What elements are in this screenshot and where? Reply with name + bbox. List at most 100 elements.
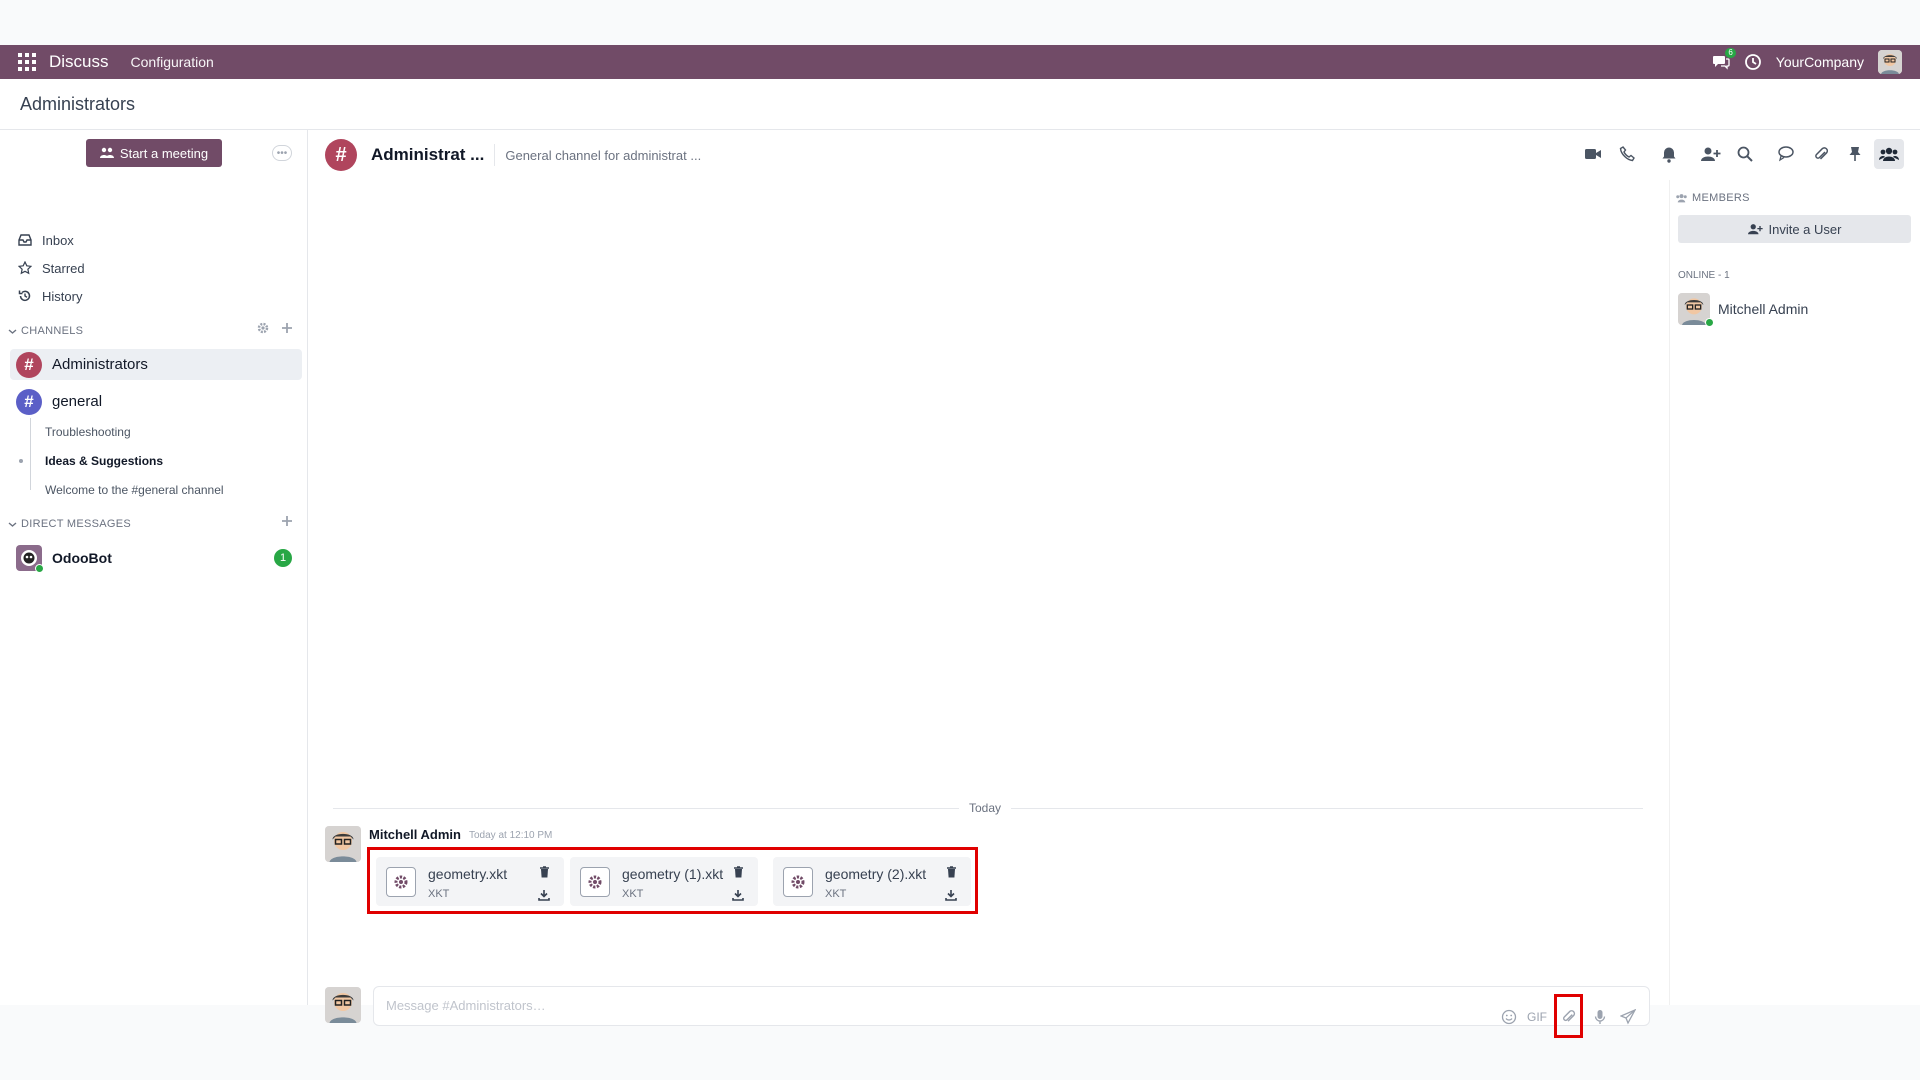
microphone-icon — [1594, 1009, 1606, 1024]
user-avatar[interactable] — [1878, 50, 1902, 74]
attachment-name: geometry (1).xkt — [622, 866, 724, 882]
sidebar-channel-general[interactable]: # general — [10, 386, 302, 417]
odoobot-avatar — [16, 545, 44, 573]
date-separator-label: Today — [959, 801, 1012, 815]
sidebar-thread-welcome[interactable]: Welcome to the #general channel — [45, 483, 224, 497]
attachments-button[interactable] — [1806, 139, 1836, 169]
history-icon — [18, 290, 31, 302]
paper-plane-icon — [1620, 1008, 1636, 1025]
thread-actions — [1578, 139, 1904, 169]
attach-file-button[interactable] — [1554, 994, 1583, 1038]
channel-label: general — [52, 393, 103, 410]
message-timestamp: Today at 12:10 PM — [469, 830, 553, 841]
member-list-button[interactable] — [1874, 139, 1904, 169]
channel-label: Administrators — [52, 356, 148, 373]
trash-icon[interactable] — [946, 865, 957, 883]
channels-header-label: CHANNELS — [21, 325, 84, 337]
sidebar-item-history[interactable]: History — [18, 285, 82, 307]
download-icon[interactable] — [538, 888, 550, 906]
download-icon[interactable] — [945, 888, 957, 906]
member-item[interactable]: Mitchell Admin — [1678, 293, 1808, 327]
start-meeting-label: Start a meeting — [119, 145, 209, 161]
attachment-extension: XKT — [825, 888, 847, 900]
sidebar-channel-administrators[interactable]: # Administrators — [10, 349, 302, 380]
search-icon — [1737, 146, 1753, 162]
sidebar-thread-ideas[interactable]: Ideas & Suggestions — [45, 454, 163, 468]
send-button[interactable] — [1617, 1006, 1639, 1028]
add-dm-icon[interactable] — [281, 515, 293, 527]
attachment-name: geometry (2).xkt — [825, 866, 927, 882]
online-status-icon — [1705, 318, 1714, 327]
unread-dot — [19, 459, 23, 463]
menu-configuration[interactable]: Configuration — [131, 54, 214, 70]
attachment-extension: XKT — [622, 888, 644, 900]
invite-user-button[interactable]: Invite a User — [1678, 215, 1911, 243]
online-members-header: ONLINE - 1 — [1678, 270, 1730, 281]
attachment-card[interactable]: geometry (2).xkt XKT — [773, 857, 971, 906]
dm-header-label: DIRECT MESSAGES — [21, 518, 132, 530]
unread-counter-badge: 1 — [274, 549, 292, 567]
smile-icon — [1501, 1009, 1517, 1024]
inbox-icon — [18, 234, 32, 246]
attachment-card[interactable]: geometry.xkt XKT — [376, 857, 564, 906]
paperclip-icon — [1815, 147, 1829, 160]
direct-messages-section-header[interactable]: DIRECT MESSAGES — [8, 516, 131, 532]
gif-button[interactable]: GIF — [1526, 1006, 1548, 1028]
file-gear-icon — [580, 867, 610, 897]
bell-icon — [1662, 147, 1676, 163]
message-author[interactable]: Mitchell Admin — [369, 827, 461, 842]
start-meeting-button[interactable]: Start a meeting — [86, 139, 222, 167]
attachment-list: geometry.xkt XKT geometry (1).xkt XKT ge… — [367, 847, 978, 914]
star-icon — [18, 261, 32, 275]
more-options-button[interactable]: ••• — [272, 145, 292, 161]
thumbtack-icon — [1849, 147, 1861, 161]
channels-section-header[interactable]: CHANNELS — [8, 323, 83, 339]
thread-header: # Administrat ... General channel for ad… — [309, 130, 1920, 180]
thread-name[interactable]: Administrat ... — [371, 145, 484, 165]
trash-icon[interactable] — [733, 865, 744, 883]
header-divider — [494, 144, 496, 166]
gear-icon[interactable] — [257, 322, 269, 334]
sidebar-thread-troubleshooting[interactable]: Troubleshooting — [45, 425, 131, 439]
threads-button[interactable] — [1772, 139, 1802, 169]
channel-avatar-icon[interactable]: # — [325, 139, 357, 171]
message-list: Today Mitchell Admin Today at 12:10 PM g… — [309, 180, 1669, 1038]
thread-description[interactable]: General channel for administrat ... — [505, 148, 701, 163]
voice-message-button[interactable] — [1589, 1006, 1611, 1028]
pinned-messages-button[interactable] — [1840, 139, 1870, 169]
attachment-name: geometry.xkt — [428, 866, 508, 882]
message-author-avatar[interactable] — [325, 826, 361, 862]
sidebar-item-label: Inbox — [42, 232, 74, 248]
members-header: MEMBERS — [1675, 192, 1750, 204]
control-panel: Administrators — [0, 79, 1920, 130]
apps-menu-icon[interactable] — [18, 53, 36, 71]
attachment-card[interactable]: geometry (1).xkt XKT — [570, 857, 758, 906]
search-messages-button[interactable] — [1730, 139, 1760, 169]
notification-settings-button[interactable] — [1654, 139, 1684, 169]
voice-call-button[interactable] — [1612, 139, 1642, 169]
composer-tools: GIF — [1498, 994, 1639, 1038]
message-composer[interactable]: Message #Administrators… GIF — [373, 986, 1650, 1038]
chevron-down-icon — [8, 521, 17, 527]
trash-icon[interactable] — [539, 865, 550, 883]
messages-icon[interactable]: 6 — [1712, 48, 1736, 71]
company-switcher[interactable]: YourCompany — [1776, 54, 1864, 70]
sidebar-item-starred[interactable]: Starred — [18, 257, 85, 279]
channel-hash-icon: # — [16, 351, 42, 378]
app-name[interactable]: Discuss — [49, 52, 109, 72]
add-channel-icon[interactable] — [281, 322, 293, 334]
user-plus-icon — [1747, 224, 1763, 235]
composer-placeholder[interactable]: Message #Administrators… — [386, 998, 546, 1013]
comments-icon — [1778, 146, 1794, 162]
sidebar-item-inbox[interactable]: Inbox — [18, 229, 74, 251]
add-users-button[interactable] — [1696, 139, 1726, 169]
sidebar-dm-odoobot[interactable]: OdooBot 1 — [16, 544, 298, 573]
users-icon — [1879, 147, 1899, 161]
sidebar-item-label: Starred — [42, 260, 85, 276]
activity-clock-icon[interactable] — [1744, 53, 1762, 71]
user-plus-icon — [1701, 147, 1721, 161]
emoji-button[interactable] — [1498, 1006, 1520, 1028]
video-call-button[interactable] — [1578, 139, 1608, 169]
download-icon[interactable] — [732, 888, 744, 906]
member-list-panel: MEMBERS Invite a User ONLINE - 1 Mitchel… — [1669, 180, 1920, 1005]
